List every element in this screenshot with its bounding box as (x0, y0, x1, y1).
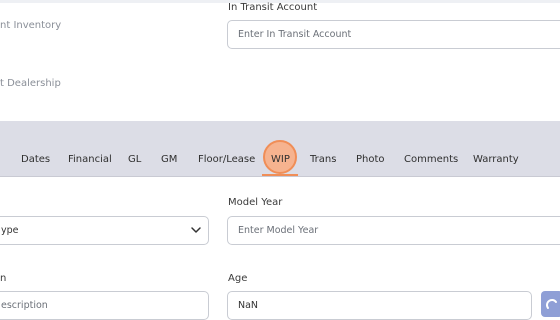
model-year-label: Model Year (228, 197, 283, 208)
description-placeholder: escription (1, 300, 48, 311)
model-year-field[interactable]: Enter Model Year (227, 216, 560, 245)
tab-comments[interactable]: Comments (404, 154, 458, 165)
age-label: Age (228, 273, 248, 284)
type-select[interactable]: ype (0, 216, 209, 245)
tab-photo[interactable]: Photo (356, 154, 385, 165)
active-tab-underline (262, 174, 298, 176)
tab-warranty[interactable]: Warranty (473, 154, 519, 165)
age-value: NaN (238, 300, 259, 311)
chevron-down-icon[interactable] (189, 223, 203, 237)
description-label: n (0, 273, 7, 284)
tab-financial[interactable]: Financial (68, 154, 112, 165)
tab-floor-lease[interactable]: Floor/Lease (198, 154, 255, 165)
action-icon (546, 299, 557, 309)
tab-gl[interactable]: GL (128, 154, 141, 165)
description-field[interactable]: escription (0, 291, 209, 320)
in-transit-label: In Transit Account (228, 2, 318, 13)
dealership-label: t Dealership (0, 78, 61, 89)
model-year-placeholder: Enter Model Year (238, 225, 319, 236)
tab-gm[interactable]: GM (161, 154, 177, 165)
in-transit-placeholder: Enter In Transit Account (238, 29, 352, 40)
inventory-label: nt Inventory (0, 20, 62, 31)
tab-dates[interactable]: Dates (21, 154, 50, 165)
side-action-button[interactable] (541, 291, 560, 317)
tab-trans[interactable]: Trans (310, 154, 336, 165)
tab-wip[interactable]: WIP (271, 154, 290, 165)
age-field[interactable]: NaN (227, 291, 532, 320)
type-select-value: ype (1, 225, 19, 236)
in-transit-field[interactable]: Enter In Transit Account (227, 20, 560, 49)
